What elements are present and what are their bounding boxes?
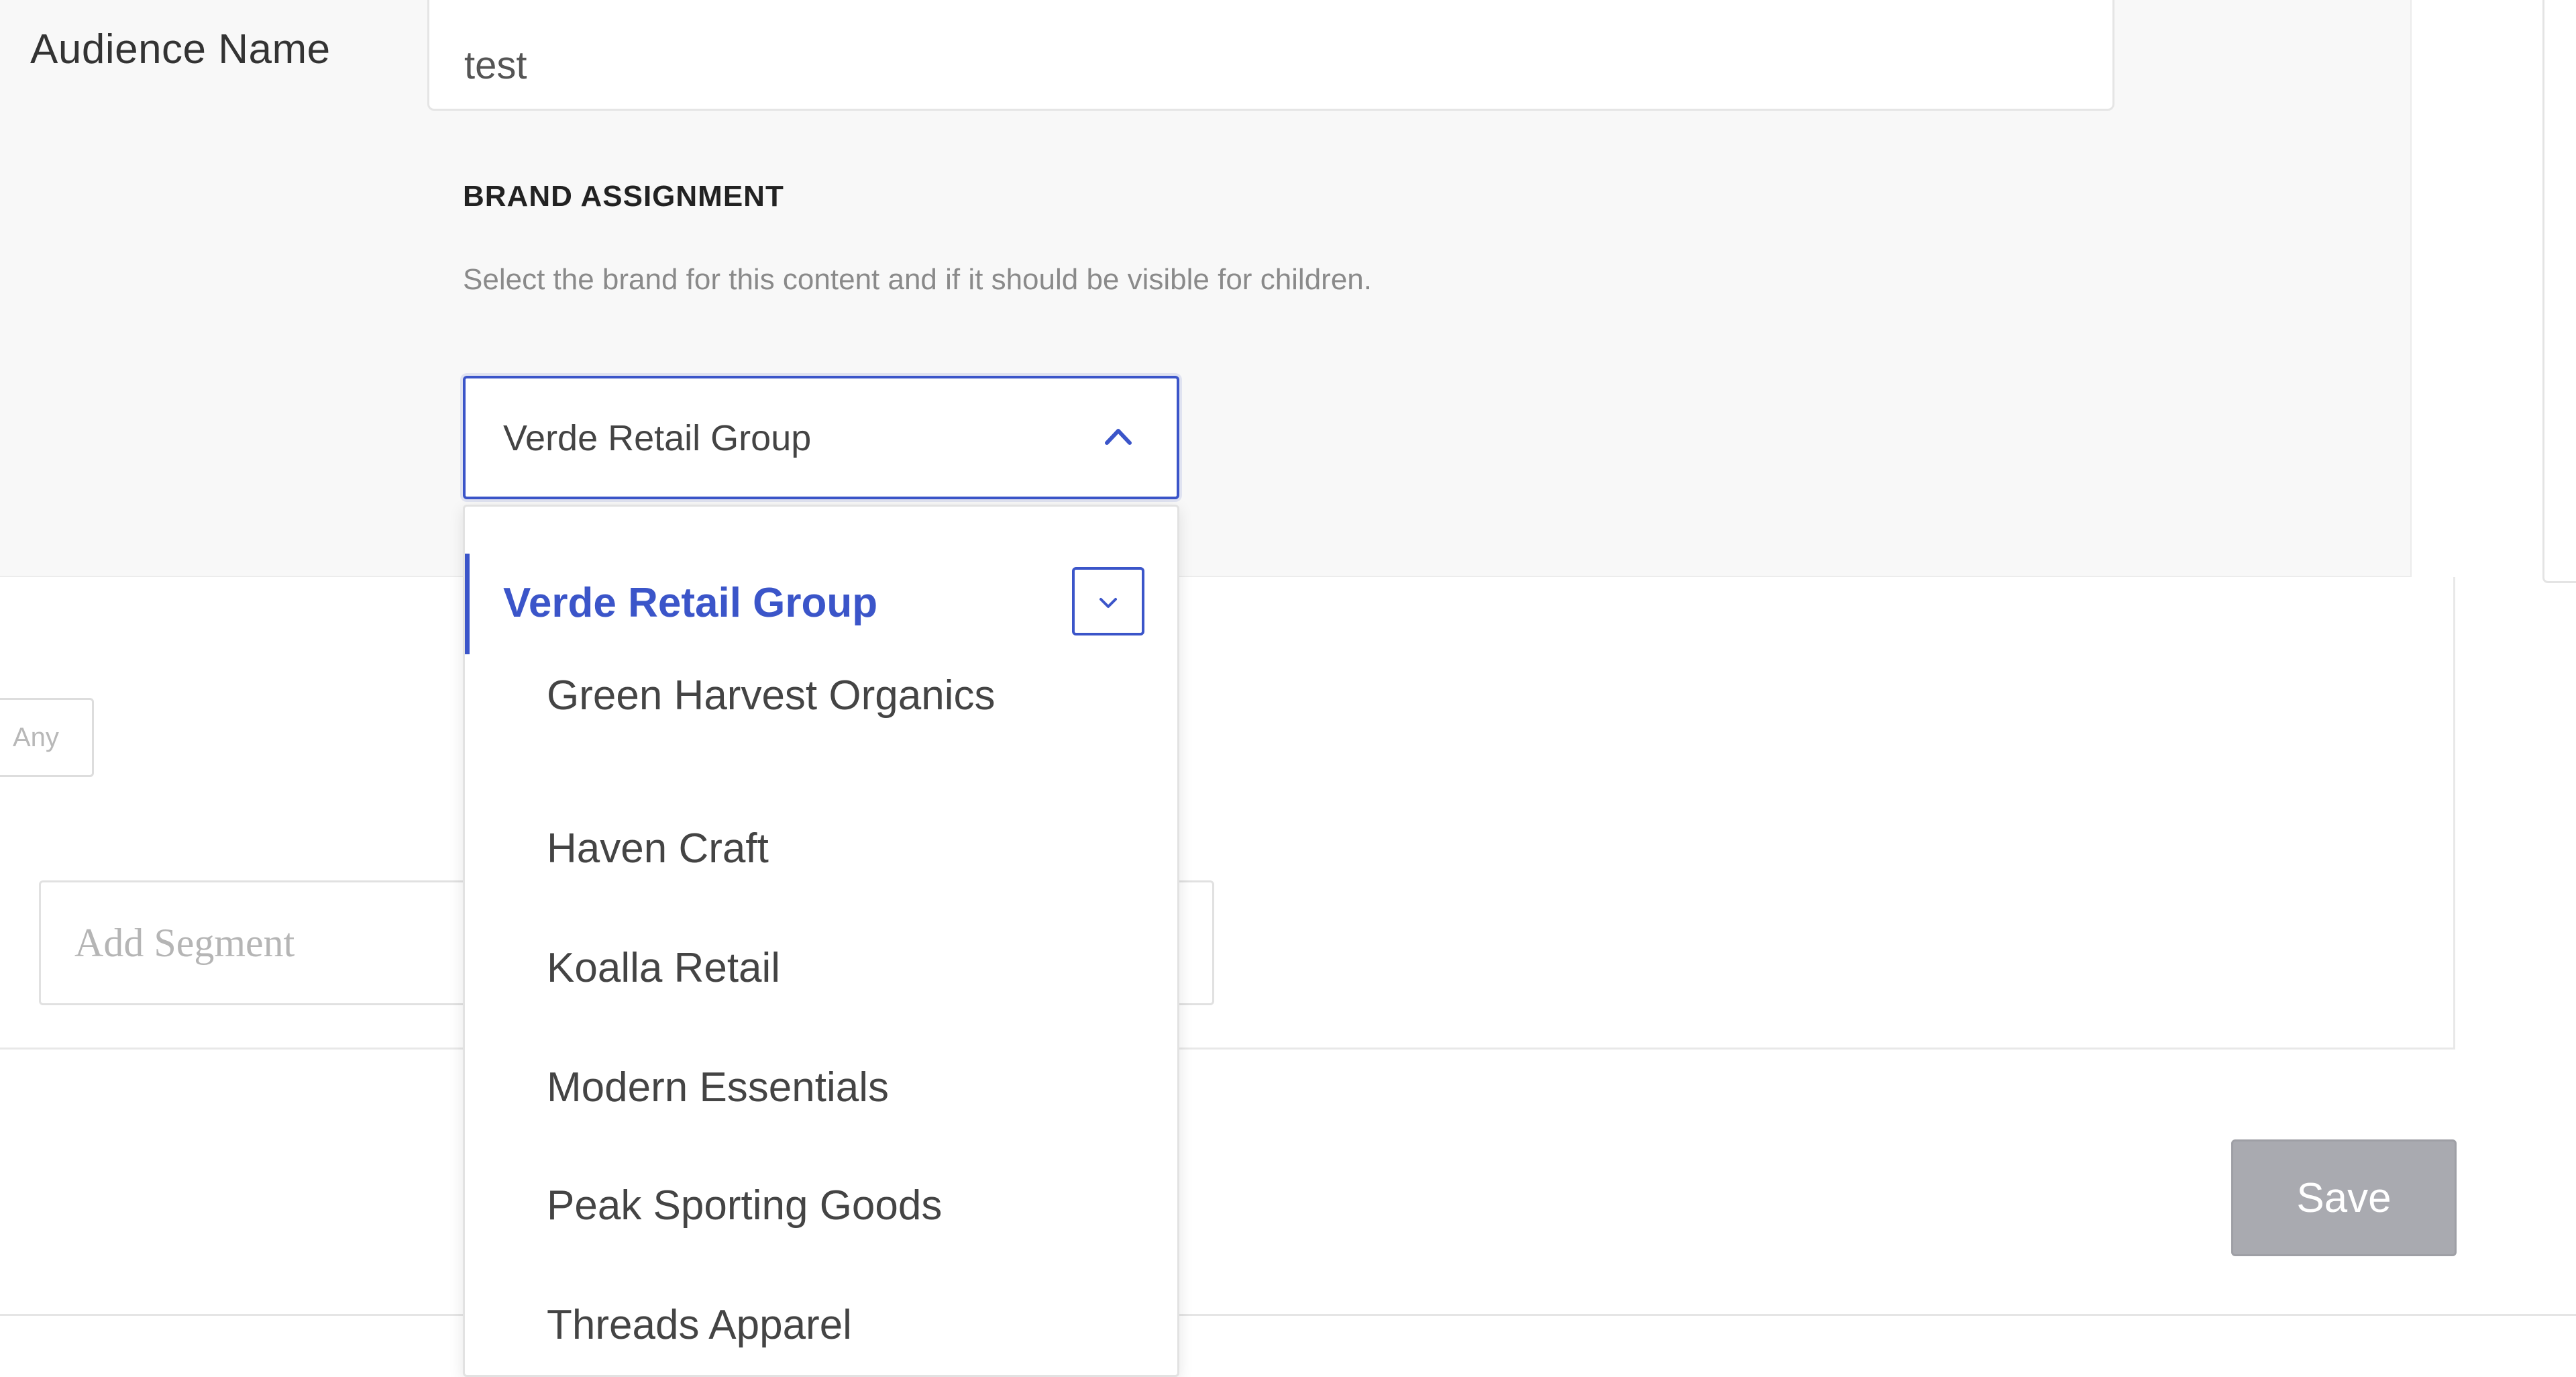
brand-dropdown-menu: Verde Retail Group Green Harvest Organic… [463, 505, 1179, 1377]
brand-select-value: Verde Retail Group [503, 418, 812, 458]
audience-form-card: Audience Name BRAND ASSIGNMENT Select th… [0, 0, 2412, 577]
any-chip[interactable]: Any [0, 698, 94, 777]
chevron-up-icon [1105, 429, 1132, 445]
chevron-down-icon [1099, 598, 1117, 608]
footer-divider [0, 1314, 2576, 1316]
dropdown-parent-option[interactable]: Verde Retail Group [465, 554, 1177, 654]
dropdown-parent-label: Verde Retail Group [503, 580, 878, 626]
audience-name-label: Audience Name [30, 26, 331, 72]
dropdown-option[interactable]: Haven Craft [547, 825, 1137, 873]
expand-children-button[interactable] [1072, 567, 1144, 635]
dropdown-option[interactable]: Koalla Retail [547, 944, 1137, 992]
audience-name-input[interactable] [427, 0, 2114, 111]
brand-assignment-heading: BRAND ASSIGNMENT [463, 180, 784, 213]
brand-select[interactable]: Verde Retail Group [463, 376, 1179, 499]
dropdown-option[interactable]: Peak Sporting Goods [547, 1182, 1137, 1230]
dropdown-option[interactable]: Modern Essentials [547, 1064, 1137, 1112]
side-panel-edge [2542, 0, 2576, 583]
save-button[interactable]: Save [2231, 1139, 2457, 1256]
dropdown-option[interactable]: Threads Apparel [547, 1301, 1137, 1349]
dropdown-option[interactable]: Green Harvest Organics [547, 672, 1137, 720]
brand-assignment-help-text: Select the brand for this content and if… [463, 263, 1372, 296]
